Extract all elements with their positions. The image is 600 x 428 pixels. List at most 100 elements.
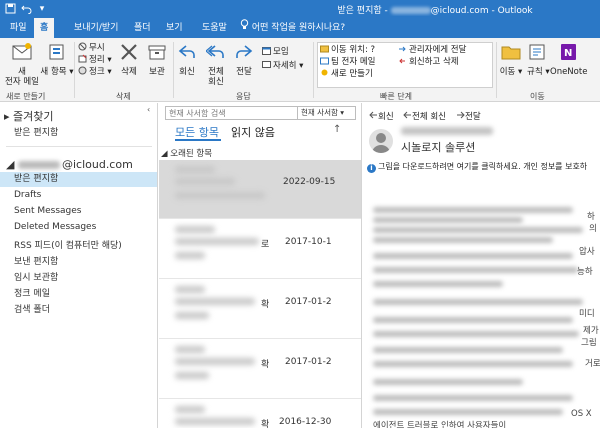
- body-text-fragment: 거로: [585, 359, 600, 369]
- folder-outbox[interactable]: 보낸 편지함: [14, 254, 58, 267]
- reply-icon: [176, 42, 198, 65]
- quick-step-move-to[interactable]: 이동 위치: ?: [320, 44, 375, 56]
- tell-me-label: 어떤 작업을 원하시나요?: [251, 23, 346, 33]
- ribbon-separator: [496, 42, 497, 98]
- tab-folder[interactable]: 폴더: [128, 18, 157, 38]
- folder-pane: ‹ ▸ 즐겨찾기 받은 편지함 ◢ @icloud.com 받은 편지함 Dra…: [0, 103, 158, 428]
- new-items-icon: [40, 42, 74, 65]
- reading-forward-button[interactable]: 전달: [456, 110, 481, 122]
- tab-view[interactable]: 보기: [160, 18, 189, 38]
- reply-all-button[interactable]: 전체 회신: [202, 42, 230, 87]
- meeting-button[interactable]: 모임: [262, 46, 289, 58]
- quick-step-team-email[interactable]: 팀 전자 메일: [320, 56, 376, 68]
- folder-sent[interactable]: Sent Messages: [14, 206, 81, 216]
- group-respond-label: 응답: [236, 92, 251, 101]
- group-header[interactable]: ◢ 오래된 항목: [161, 147, 212, 159]
- body-text-fragment: 제가: [583, 326, 599, 336]
- cleanup-button[interactable]: 정리 ▾: [78, 54, 112, 66]
- filter-unread[interactable]: 읽지 않음: [231, 124, 275, 140]
- message-row[interactable]: 2022-09-15: [159, 160, 361, 219]
- ribbon-separator: [74, 42, 75, 98]
- archive-button[interactable]: 보관: [144, 42, 170, 77]
- new-email-icon: [4, 42, 40, 65]
- subject-blur: [175, 178, 235, 185]
- title-bar: ▾ 받은 편지함 - @icloud.com - Outlook: [0, 0, 600, 18]
- quick-step-create-new[interactable]: 새로 만들기: [320, 68, 373, 80]
- quick-step-to-manager[interactable]: 관리자에게 전달: [398, 44, 466, 56]
- customize-qat-icon[interactable]: ▾: [36, 3, 48, 15]
- subject-blur: [175, 238, 259, 245]
- reply-all-icon: [202, 42, 230, 65]
- favorites-header[interactable]: ▸ 즐겨찾기: [4, 108, 54, 124]
- subject-blur: [175, 298, 255, 305]
- reply-button[interactable]: 회신: [176, 42, 198, 77]
- move-button[interactable]: 이동 ▾: [499, 42, 523, 77]
- delete-icon: [114, 42, 144, 65]
- new-email-button[interactable]: 새 전자 메일: [4, 42, 40, 87]
- onenote-button[interactable]: N OneNote: [550, 42, 587, 77]
- quick-step-reply-delete[interactable]: 회신하고 삭제: [398, 56, 459, 68]
- reading-pane: 회신 전체 회신 전달 시놀로지 솔루션 i 그림을 다운로드하려면 여기를 클릭…: [363, 103, 600, 428]
- collapse-pane-icon[interactable]: ‹: [147, 105, 150, 114]
- more-icon: [262, 60, 271, 69]
- junk-button[interactable]: 정크 ▾: [78, 66, 112, 78]
- ignore-button[interactable]: 무시: [78, 42, 105, 54]
- ribbon-separator: [313, 42, 314, 98]
- reading-reply-all-button[interactable]: 전체 회신: [403, 110, 446, 122]
- folder-temp[interactable]: 임시 보관함: [14, 270, 58, 283]
- sender-blur: [175, 406, 205, 413]
- team-email-icon: [320, 56, 329, 65]
- reading-reply-button[interactable]: 회신: [369, 110, 394, 122]
- account-header[interactable]: ◢ @icloud.com: [6, 158, 133, 171]
- body-text-fragment: 의: [589, 224, 597, 234]
- filter-all[interactable]: 모든 항목: [175, 124, 219, 140]
- forward-button[interactable]: 전달: [232, 42, 256, 77]
- message-row[interactable]: 로 2017-10-1: [159, 220, 361, 279]
- delete-button[interactable]: 삭제: [114, 42, 144, 77]
- body-text-fragment: 미디: [579, 309, 595, 319]
- ribbon-tabs: 파일 홈 보내기/받기 폴더 보기 도움말 어떤 작업을 원하시나요?: [0, 18, 600, 38]
- tab-help[interactable]: 도움말: [196, 18, 233, 38]
- tab-home[interactable]: 홈: [34, 18, 55, 38]
- message-row[interactable]: 확 2016-12-30: [159, 400, 361, 428]
- meeting-icon: [262, 46, 271, 55]
- preview-blur: [175, 192, 265, 199]
- sender-blur: [175, 346, 205, 353]
- message-snippet: 로: [261, 240, 270, 250]
- folder-drafts[interactable]: Drafts: [14, 190, 41, 200]
- body-text-fragment: OS X: [571, 409, 592, 419]
- message-row[interactable]: 확 2017-01-2: [159, 280, 361, 339]
- preview-blur: [175, 312, 209, 319]
- tell-me-box[interactable]: 어떤 작업을 원하시나요?: [240, 18, 345, 38]
- body-text-fragment: 그림: [581, 338, 597, 348]
- body-text-fragment: 에이전트 트러블로 인하여 사용자들이: [373, 421, 507, 428]
- message-row[interactable]: 확 2017-01-2: [159, 340, 361, 399]
- to-manager-icon: [398, 44, 407, 53]
- fav-inbox[interactable]: 받은 편지함: [14, 125, 58, 138]
- tab-file[interactable]: 파일: [4, 18, 33, 38]
- folder-junk[interactable]: 정크 메일: [14, 286, 50, 299]
- search-box[interactable]: 현재 사서함 ▾: [165, 106, 356, 120]
- tab-send-receive[interactable]: 보내기/받기: [68, 18, 124, 38]
- save-icon[interactable]: [4, 3, 16, 15]
- ribbon: 새 전자 메일 새 항목 ▾ 새로 만들기 무시 정리 ▾ 정크 ▾ 삭제 보관…: [0, 38, 600, 102]
- download-pictures-bar[interactable]: i 그림을 다운로드하려면 여기를 클릭하세요. 개인 정보를 보호하: [367, 160, 600, 173]
- folder-inbox[interactable]: 받은 편지함: [0, 172, 157, 187]
- move-folder-icon: [499, 42, 523, 65]
- folder-search[interactable]: 검색 폴더: [14, 302, 50, 315]
- search-scope-dropdown[interactable]: 현재 사서함 ▾: [297, 107, 355, 119]
- undo-icon[interactable]: [20, 3, 32, 15]
- reply-delete-icon: [398, 56, 407, 65]
- sender-blur: [175, 166, 215, 173]
- message-date: 2017-01-2: [285, 357, 332, 367]
- search-input[interactable]: [169, 108, 289, 118]
- more-respond-button[interactable]: 자세히 ▾: [262, 60, 303, 72]
- rules-button[interactable]: 규칙 ▾: [527, 42, 550, 77]
- new-items-button[interactable]: 새 항목 ▾: [40, 42, 74, 77]
- message-snippet: 확: [261, 420, 270, 428]
- sender-avatar: [369, 129, 393, 153]
- folder-deleted[interactable]: Deleted Messages: [14, 222, 96, 232]
- sort-arrow-icon[interactable]: ↑: [333, 124, 341, 135]
- folder-rss[interactable]: RSS 피드(이 컴퓨터만 해당): [14, 238, 122, 251]
- body-text-fragment: 능하: [577, 267, 593, 277]
